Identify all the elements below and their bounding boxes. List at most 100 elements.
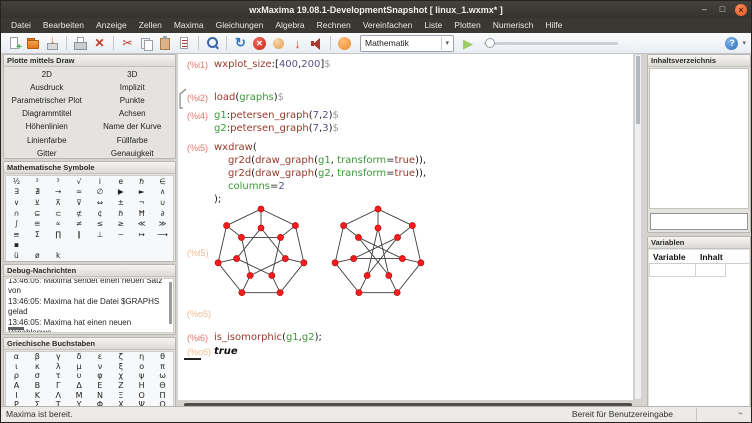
help-icon[interactable]: ? [725, 37, 738, 50]
menu-item-hilfe[interactable]: Hilfe [539, 18, 568, 33]
greek-letter-button[interactable]: E [90, 381, 111, 391]
greek-letter-button[interactable]: Π [152, 390, 173, 400]
help-chevron-icon[interactable]: ▾ [742, 39, 746, 47]
animation-slider[interactable] [484, 42, 618, 45]
minimize-button[interactable]: – [699, 5, 710, 14]
interrupt-icon[interactable]: ✕ [251, 35, 268, 52]
draw-button-diagrammtitel[interactable]: Diagrammtitel [4, 107, 90, 120]
table-of-contents-list[interactable] [649, 68, 749, 209]
math-symbol-button[interactable]: ▪ [6, 240, 27, 251]
draw-button-h-henlinien[interactable]: Höhenlinien [4, 120, 90, 133]
menu-item-gleichungen[interactable]: Gleichungen [210, 18, 270, 33]
math-symbol-button[interactable]: ∝ [48, 218, 69, 229]
greek-letter-button[interactable]: π [152, 362, 173, 372]
draw-button-3d[interactable]: 3D [90, 68, 176, 81]
greek-letter-button[interactable]: N [90, 390, 111, 400]
variable-value-cell[interactable] [696, 264, 726, 277]
draw-button-punkte[interactable]: Punkte [90, 94, 176, 107]
new-document-icon[interactable]: + [6, 35, 23, 52]
math-symbol-button[interactable]: ∂ [152, 208, 173, 219]
greek-letter-button[interactable]: I [6, 390, 27, 400]
close-button[interactable]: × [735, 4, 747, 16]
math-symbol-button[interactable]: ∃ [6, 187, 27, 198]
math-symbol-button[interactable]: ∏ [48, 229, 69, 240]
menu-item-liste[interactable]: Liste [418, 18, 448, 33]
draw-button-parametrischer-plot[interactable]: Parametrischer Plot [4, 94, 90, 107]
greek-letter-button[interactable]: ρ [6, 371, 27, 381]
draw-button-implizit[interactable]: Implizit [90, 81, 176, 94]
math-symbol-button[interactable]: ≡ [6, 229, 27, 240]
menu-item-anzeige[interactable]: Anzeige [90, 18, 133, 33]
math-symbol-button[interactable]: → [48, 187, 69, 198]
math-symbol-button[interactable]: ³ [48, 176, 69, 187]
draw-button-f-llfarbe[interactable]: Füllfarbe [90, 133, 176, 146]
math-symbol-button[interactable]: ≥ [110, 218, 131, 229]
math-symbol-button[interactable]: ⊄ [69, 208, 90, 219]
cell-code[interactable]: is_isomorphic(g1,g2); [214, 331, 322, 344]
math-symbol-button[interactable]: ℏ [131, 176, 152, 187]
math-symbol-button[interactable]: ⟶ [152, 229, 173, 240]
active-cell-bracket[interactable] [179, 88, 187, 110]
math-symbol-button[interactable]: ≫ [152, 218, 173, 229]
find-icon[interactable] [204, 35, 221, 52]
draw-button-2d[interactable]: 2D [4, 68, 90, 81]
math-symbol-button[interactable]: ⊂ [48, 208, 69, 219]
greek-letter-button[interactable]: Z [110, 381, 131, 391]
math-symbol-button[interactable]: ∪ [152, 197, 173, 208]
math-symbol-button[interactable]: ½ [6, 176, 27, 187]
greek-letter-button[interactable]: χ [110, 371, 131, 381]
math-symbol-button[interactable]: ≤ [90, 218, 111, 229]
math-symbol-button[interactable]: Ħ [131, 208, 152, 219]
math-symbol-button[interactable]: ↦ [131, 229, 152, 240]
worksheet-cursor[interactable] [184, 358, 201, 360]
draw-button-achsen[interactable]: Achsen [90, 107, 176, 120]
maximize-button[interactable]: □ [717, 5, 728, 14]
greek-letter-button[interactable]: ψ [131, 371, 152, 381]
math-symbol-button[interactable]: ¬ [131, 197, 152, 208]
paste-icon[interactable] [157, 35, 174, 52]
math-symbol-button[interactable]: k [48, 250, 69, 261]
math-symbol-button[interactable]: ⊽ [69, 197, 90, 208]
cell-code[interactable]: wxplot_size:[400,200]$ [214, 58, 331, 71]
greek-letter-button[interactable]: δ [69, 352, 90, 362]
math-symbol-button[interactable]: ∅ [90, 187, 111, 198]
math-symbol-button[interactable]: ≅ [27, 218, 48, 229]
greek-letter-button[interactable]: φ [90, 371, 111, 381]
math-symbol-button[interactable]: ² [27, 176, 48, 187]
greek-letter-button[interactable]: A [6, 381, 27, 391]
math-symbol-button[interactable]: i [90, 176, 111, 187]
draw-button-linienfarbe[interactable]: Linienfarbe [4, 133, 90, 146]
debug-horizontal-scrollbar[interactable] [8, 327, 24, 330]
math-symbol-button[interactable]: ü [6, 250, 27, 261]
print-icon[interactable] [72, 35, 89, 52]
draw-button-genauigkeit[interactable]: Genauigkeit [90, 147, 176, 159]
delete-selection-icon[interactable] [176, 35, 193, 52]
math-symbol-button[interactable]: ≠ [69, 218, 90, 229]
math-symbol-button[interactable]: Σ [27, 229, 48, 240]
cell-code[interactable]: load(graphs)$ [214, 91, 284, 104]
cell-code[interactable]: wxdraw(gr2d(draw_graph(g1, transform=tru… [214, 141, 426, 206]
menu-item-vereinfachen[interactable]: Vereinfachen [357, 18, 419, 33]
math-symbol-button[interactable]: ⊥ [90, 229, 111, 240]
cell-code[interactable]: g1:petersen_graph(7,2)$g2:petersen_graph… [214, 109, 339, 135]
play-sound-icon[interactable] [308, 35, 325, 52]
menu-item-algebra[interactable]: Algebra [269, 18, 310, 33]
math-symbol-button[interactable]: √ [69, 176, 90, 187]
math-symbol-button[interactable]: ▶ [110, 187, 131, 198]
greek-letter-button[interactable]: Ξ [110, 390, 131, 400]
math-symbol-button[interactable]: ⊻ [27, 197, 48, 208]
open-icon[interactable] [25, 35, 42, 52]
math-symbol-button[interactable]: ⇔ [90, 197, 111, 208]
math-symbol-button[interactable]: ≪ [131, 218, 152, 229]
math-symbol-button[interactable]: ∼ [110, 229, 131, 240]
variable-name-cell[interactable] [649, 264, 696, 277]
math-symbol-button[interactable]: ∈ [152, 176, 173, 187]
follow-cell-icon[interactable] [270, 35, 287, 52]
evaluate-cell-icon[interactable]: ↓ [289, 35, 306, 52]
math-symbol-button[interactable]: ℏ [110, 208, 131, 219]
cut-icon[interactable]: ✂ [119, 35, 136, 52]
menu-item-zellen[interactable]: Zellen [133, 18, 168, 33]
math-symbol-button[interactable]: ¢ [90, 208, 111, 219]
save-icon[interactable]: ↓ [44, 35, 61, 52]
math-symbol-button[interactable]: ∧ [152, 187, 173, 198]
